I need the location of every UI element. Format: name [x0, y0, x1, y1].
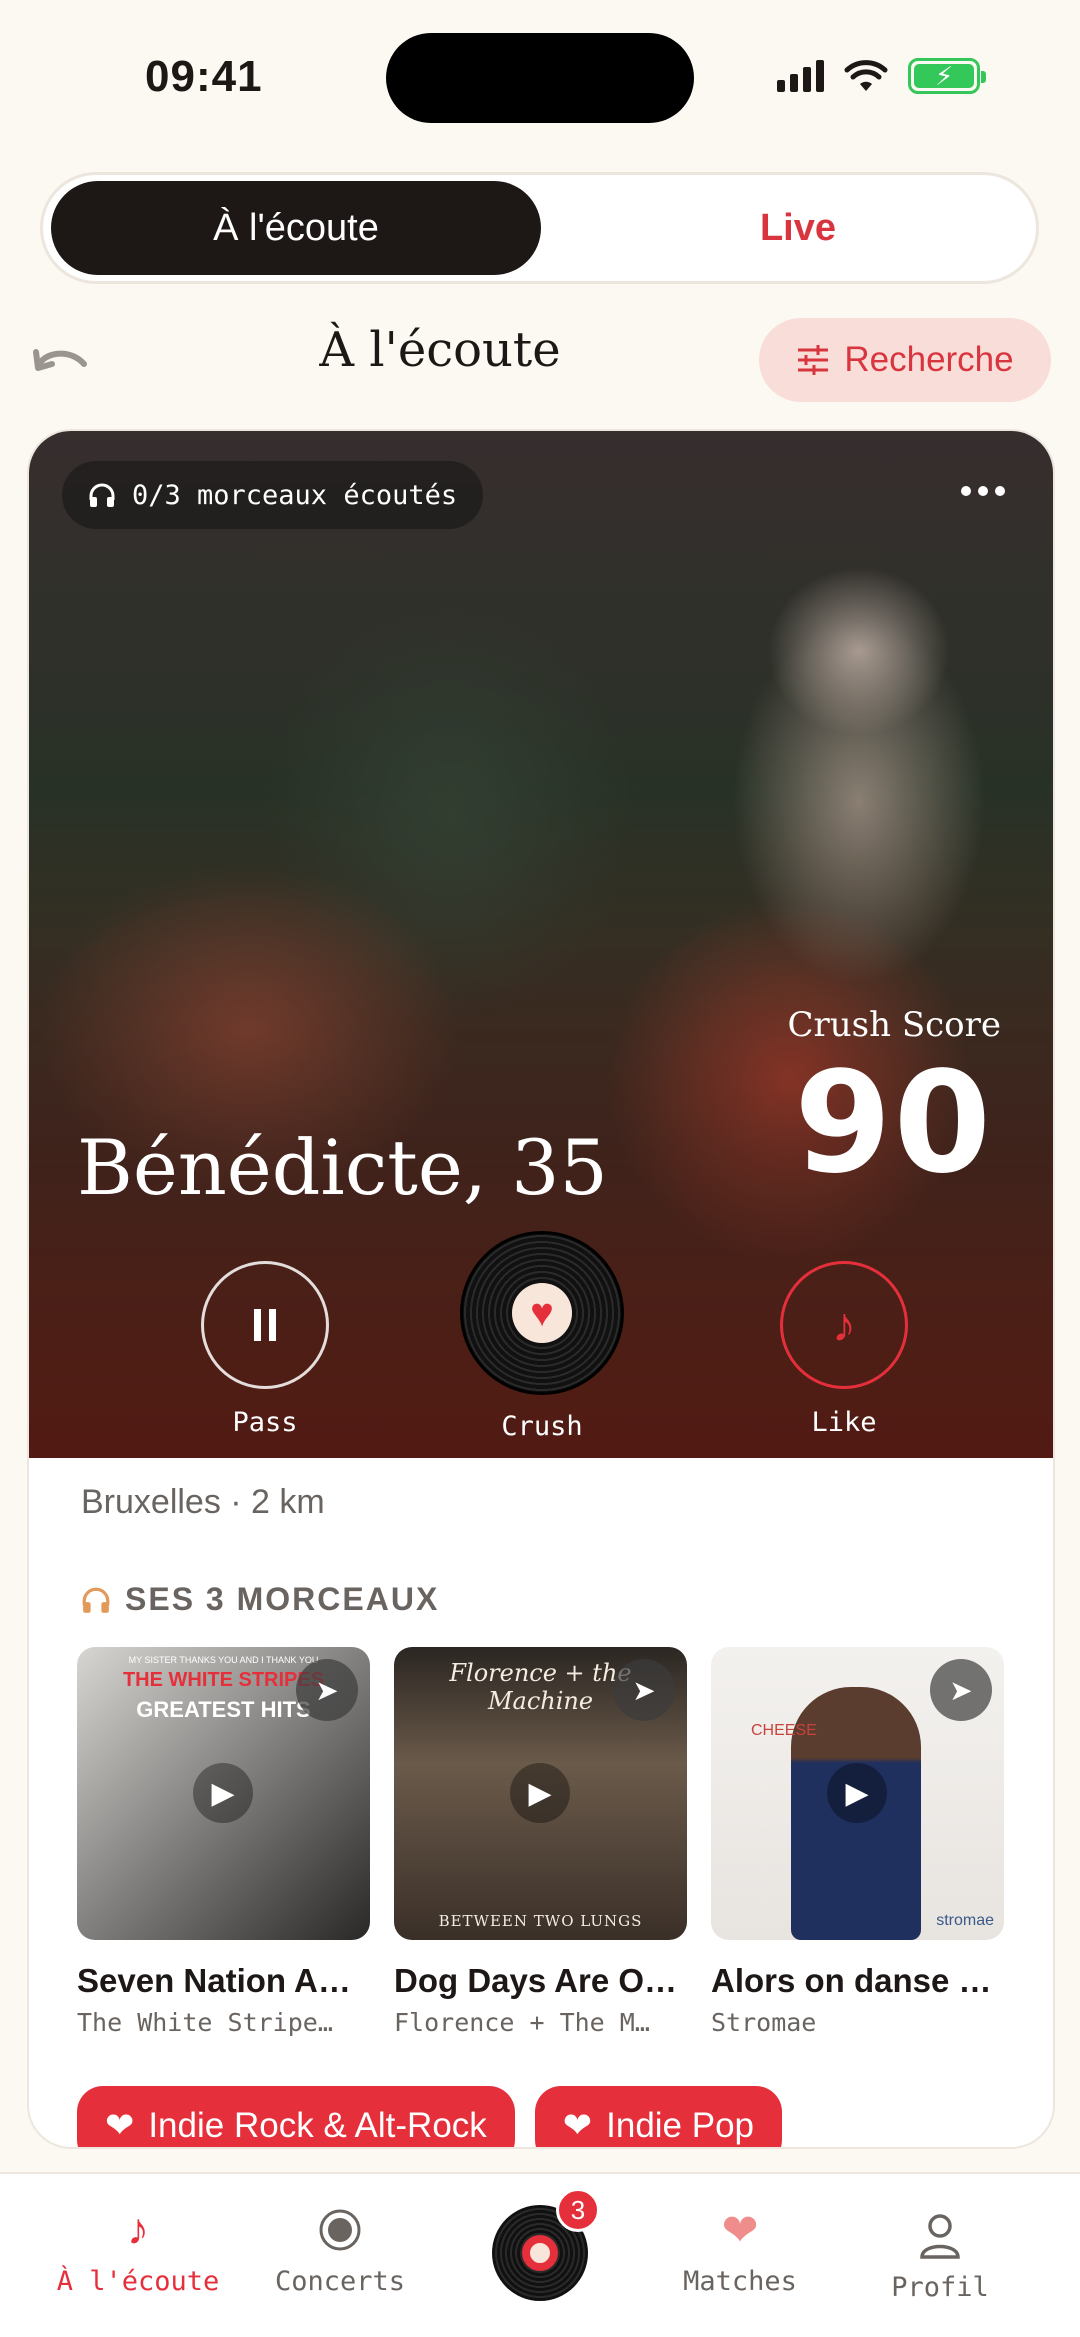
cellular-signal-icon — [777, 60, 824, 92]
album-cover[interactable]: MY SISTER THANKS YOU AND I THANK YOU THE… — [77, 1647, 370, 1940]
genre-tag-label: Indie Rock & Alt-Rock — [148, 2106, 487, 2145]
user-icon — [840, 2210, 1040, 2262]
send-icon[interactable]: ➤ — [930, 1659, 992, 1721]
crush-score-label: Crush Score — [787, 1005, 1002, 1045]
listened-counter: 0/3 morceaux écoutés — [62, 461, 484, 529]
track-card[interactable]: Florence + the Machine BETWEEN TWO LUNGS… — [394, 1647, 687, 2037]
heart-icon: ❤ — [721, 2205, 759, 2255]
undo-icon[interactable] — [30, 338, 90, 388]
profile-card: 0/3 morceaux écoutés Crush Score 90 Béné… — [27, 429, 1055, 2149]
crush-score-value: 90 — [794, 1042, 993, 1205]
track-title: Alors on danse … — [711, 1962, 992, 1999]
track-title: Dog Days Are O… — [394, 1962, 678, 1999]
track-artist: The White Stripe… — [77, 2008, 333, 2037]
tab-live[interactable]: Live — [563, 181, 1033, 275]
heart-icon: ❤ — [105, 2106, 135, 2145]
more-options-icon[interactable] — [961, 486, 1005, 496]
listened-counter-text: 0/3 morceaux écoutés — [132, 479, 458, 511]
search-button-label: Recherche — [844, 340, 1014, 379]
like-label: Like — [811, 1407, 877, 1438]
battery-charging-icon: ⚡ — [908, 58, 986, 94]
nav-label: À l'écoute — [56, 2266, 220, 2297]
status-bar: 09:41 ⚡ — [0, 0, 1080, 160]
genre-tags: ❤ Indie Rock & Alt-Rock ❤ Indie Pop — [77, 2086, 783, 2147]
profile-name-age: Bénédicte, 35 — [77, 1123, 608, 1212]
tracks-section-title: SES 3 MORCEAUX — [81, 1581, 439, 1618]
nav-item-profile[interactable]: Profil — [840, 2210, 1040, 2303]
dynamic-island — [386, 33, 694, 123]
mode-switch: À l'écoute Live — [40, 172, 1039, 284]
cover-caption: CHEESE — [751, 1722, 817, 1739]
cover-album-name: BETWEEN TWO LUNGS — [438, 1912, 643, 1930]
nav-item-matches[interactable]: ❤ Matches — [640, 2204, 840, 2298]
music-note-icon: ♪ — [780, 1261, 908, 1389]
concerts-icon — [240, 2204, 440, 2256]
pass-button[interactable]: Pass — [165, 1261, 365, 1438]
pause-icon — [201, 1261, 329, 1389]
nav-label: Concerts — [274, 2266, 406, 2297]
notification-badge: 3 — [556, 2188, 600, 2232]
track-artist: Stromae — [711, 2008, 817, 2037]
genre-tag[interactable]: ❤ Indie Pop — [534, 2086, 783, 2147]
tracks-list: MY SISTER THANKS YOU AND I THANK YOU THE… — [77, 1647, 1004, 2037]
headphones-icon — [82, 1587, 110, 1613]
tab-listening[interactable]: À l'écoute — [51, 181, 541, 275]
pass-label: Pass — [232, 1407, 298, 1438]
crush-label: Crush — [501, 1411, 583, 1442]
filter-sliders-icon — [798, 345, 829, 375]
vinyl-disc-icon — [522, 2235, 558, 2271]
nav-item-listening[interactable]: ♪ À l'écoute — [38, 2204, 238, 2297]
headphones-icon — [89, 483, 115, 507]
status-time: 09:41 — [145, 52, 263, 101]
album-cover[interactable]: CHEESE stromae ➤ ▶ — [711, 1647, 1004, 1940]
heart-icon: ❤ — [562, 2106, 593, 2145]
play-icon[interactable]: ▶ — [827, 1763, 887, 1823]
wifi-icon — [844, 60, 888, 91]
status-icons: ⚡ — [777, 58, 986, 94]
location-distance: Bruxelles · 2 km — [81, 1483, 325, 1521]
send-icon[interactable]: ➤ — [296, 1659, 358, 1721]
cover-artist-name: stromae — [936, 1912, 994, 1929]
tracks-section-label: SES 3 MORCEAUX — [125, 1581, 440, 1617]
vinyl-disc-icon: ♥ — [460, 1231, 624, 1395]
track-card[interactable]: MY SISTER THANKS YOU AND I THANK YOU THE… — [77, 1647, 370, 2037]
page-title: À l'écoute — [319, 322, 561, 378]
genre-tag[interactable]: ❤ Indie Rock & Alt-Rock — [77, 2086, 515, 2147]
album-cover[interactable]: Florence + the Machine BETWEEN TWO LUNGS… — [394, 1647, 687, 1940]
track-artist: Florence + The M… — [394, 2008, 650, 2037]
like-button[interactable]: ♪ Like — [744, 1261, 944, 1438]
nav-label: Profil — [891, 2272, 989, 2303]
track-title: Seven Nation A… — [77, 1962, 351, 1999]
nav-item-concerts[interactable]: Concerts — [240, 2204, 440, 2297]
search-button[interactable]: Recherche — [759, 318, 1051, 402]
genre-tag-label: Indie Pop — [606, 2106, 755, 2145]
nav-label: Matches — [683, 2266, 797, 2297]
send-icon[interactable]: ➤ — [613, 1659, 675, 1721]
play-icon[interactable]: ▶ — [510, 1763, 570, 1823]
heart-icon: ♥ — [512, 1283, 572, 1343]
crush-button[interactable]: ♥ Crush — [442, 1231, 642, 1442]
music-note-icon: ♪ — [127, 2205, 149, 2254]
track-card[interactable]: CHEESE stromae ➤ ▶ Alors on danse … Stro… — [711, 1647, 1004, 2037]
play-icon[interactable]: ▶ — [193, 1763, 253, 1823]
